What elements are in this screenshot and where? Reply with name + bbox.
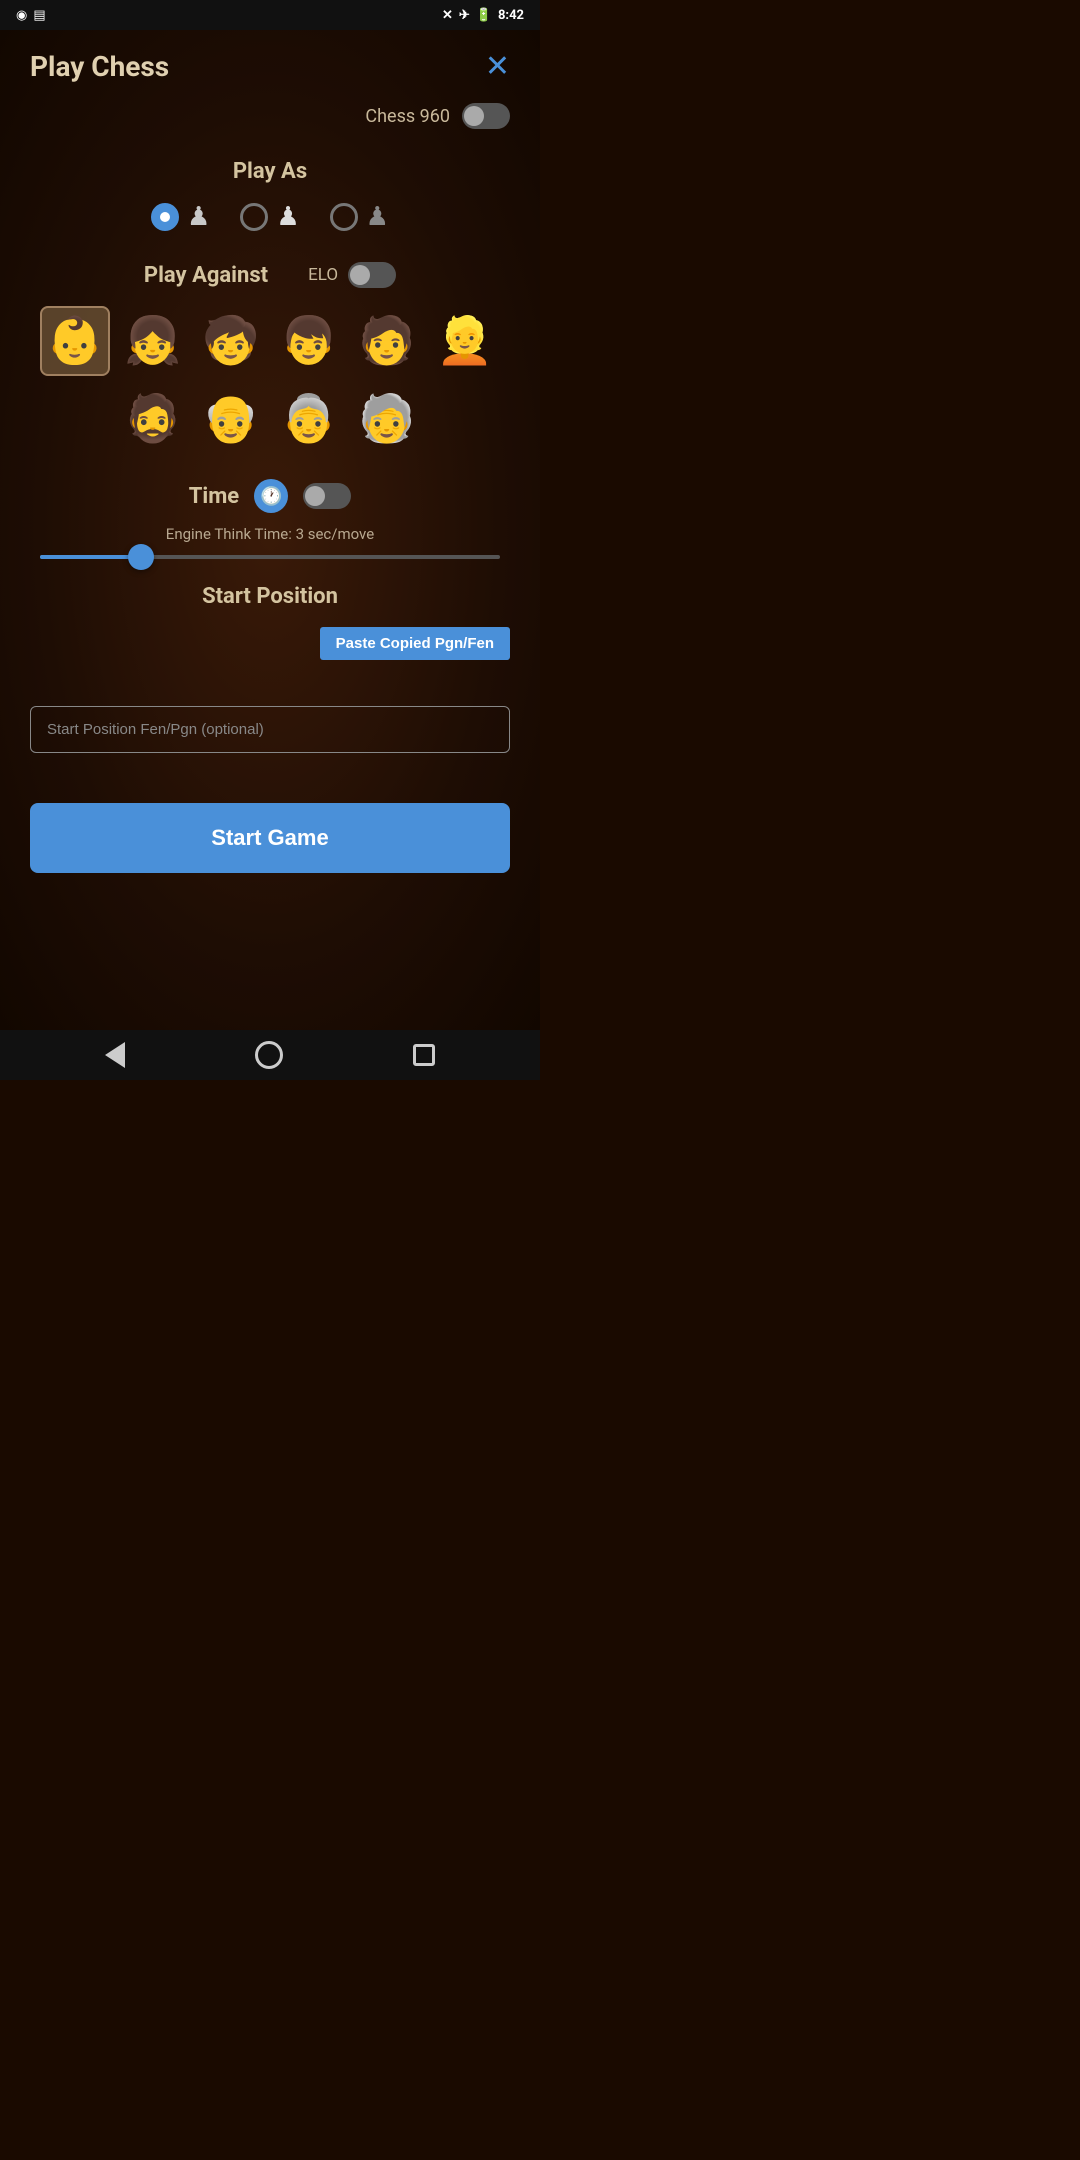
- random-piece-icon: ♟: [276, 202, 299, 232]
- chess960-row: Chess 960: [30, 103, 510, 129]
- status-bar-left: ◉ ▤: [16, 8, 46, 23]
- paste-button[interactable]: Paste Copied Pgn/Fen: [320, 627, 510, 660]
- home-button[interactable]: [255, 1041, 283, 1069]
- avatar-girl[interactable]: 👧: [118, 306, 188, 376]
- start-game-button[interactable]: Start Game: [30, 803, 510, 873]
- status-bar-right: ✕ ✈ 🔋 8:42: [442, 8, 524, 23]
- play-as-random[interactable]: ♟: [240, 202, 299, 232]
- play-against-header: Play Against ELO: [30, 262, 510, 288]
- time-header: Time 🕐: [30, 479, 510, 513]
- nav-bar: [0, 1030, 540, 1080]
- elo-toggle[interactable]: [348, 262, 396, 288]
- time-display: 8:42: [498, 8, 524, 23]
- radio-random[interactable]: [240, 203, 268, 231]
- black-piece-icon: ♟: [366, 202, 389, 232]
- play-as-section: Play As ♟ ♟ ♟: [30, 159, 510, 232]
- elo-toggle-thumb: [350, 265, 370, 285]
- time-title: Time: [189, 484, 239, 509]
- battery-icon: 🔋: [476, 8, 492, 23]
- radio-black[interactable]: [330, 203, 358, 231]
- main-content: Play Chess ✕ Chess 960 Play As ♟ ♟ ♟: [0, 30, 540, 1030]
- play-against-title: Play Against: [144, 263, 268, 288]
- white-piece-icon: ♟: [187, 202, 210, 232]
- time-section: Time 🕐 Engine Think Time: 3 sec/move: [30, 479, 510, 559]
- no-signal-icon: ✕: [442, 8, 453, 23]
- back-icon: [105, 1042, 125, 1068]
- avatar-boy[interactable]: 👦: [274, 306, 344, 376]
- play-as-black[interactable]: ♟: [330, 202, 389, 232]
- slider-container: [30, 555, 510, 559]
- position-input[interactable]: [30, 706, 510, 753]
- avatar-blonde[interactable]: 👱: [430, 306, 500, 376]
- avatar-elderly[interactable]: 🧓: [352, 384, 422, 454]
- time-toggle-thumb: [305, 486, 325, 506]
- recent-icon: [413, 1044, 435, 1066]
- sim-icon: ▤: [33, 8, 45, 23]
- play-as-options: ♟ ♟ ♟: [30, 202, 510, 232]
- back-button[interactable]: [105, 1042, 125, 1068]
- elo-label: ELO: [308, 265, 338, 285]
- start-position-title: Start Position: [30, 584, 510, 609]
- play-against-section: Play Against ELO 👶 👧 🧒 👦 🧑 👱 🧔 👴 👵 🧓: [30, 262, 510, 454]
- play-as-title: Play As: [30, 159, 510, 184]
- avatar-beard[interactable]: 🧔: [118, 384, 188, 454]
- slider-track[interactable]: [40, 555, 500, 559]
- page-title: Play Chess: [30, 50, 169, 83]
- think-time-label: Engine Think Time: 3 sec/move: [30, 525, 510, 543]
- start-position-section: Start Position Paste Copied Pgn/Fen: [30, 584, 510, 753]
- header-row: Play Chess ✕: [30, 50, 510, 83]
- avatar-person[interactable]: 🧑: [352, 306, 422, 376]
- home-icon: [255, 1041, 283, 1069]
- status-bar: ◉ ▤ ✕ ✈ 🔋 8:42: [0, 0, 540, 30]
- avatar-child[interactable]: 🧒: [196, 306, 266, 376]
- slider-fill: [40, 555, 141, 559]
- slider-thumb[interactable]: [128, 544, 154, 570]
- time-toggle[interactable]: [303, 483, 351, 509]
- elo-row: ELO: [308, 262, 396, 288]
- recent-button[interactable]: [413, 1044, 435, 1066]
- avatar-baby[interactable]: 👶: [40, 306, 110, 376]
- airplane-icon: ✈: [459, 8, 470, 23]
- close-button[interactable]: ✕: [485, 52, 510, 82]
- play-as-white[interactable]: ♟: [151, 202, 210, 232]
- avatar-old-woman[interactable]: 👵: [274, 384, 344, 454]
- chess960-label: Chess 960: [365, 106, 450, 127]
- radio-white[interactable]: [151, 203, 179, 231]
- avatar-old-man[interactable]: 👴: [196, 384, 266, 454]
- chess960-toggle[interactable]: [462, 103, 510, 129]
- paste-area: Paste Copied Pgn/Fen: [30, 627, 510, 666]
- avatar-grid: 👶 👧 🧒 👦 🧑 👱 🧔 👴 👵 🧓: [30, 306, 510, 454]
- circle-icon: ◉: [16, 8, 27, 23]
- clock-icon: 🕐: [254, 479, 288, 513]
- toggle-thumb: [464, 106, 484, 126]
